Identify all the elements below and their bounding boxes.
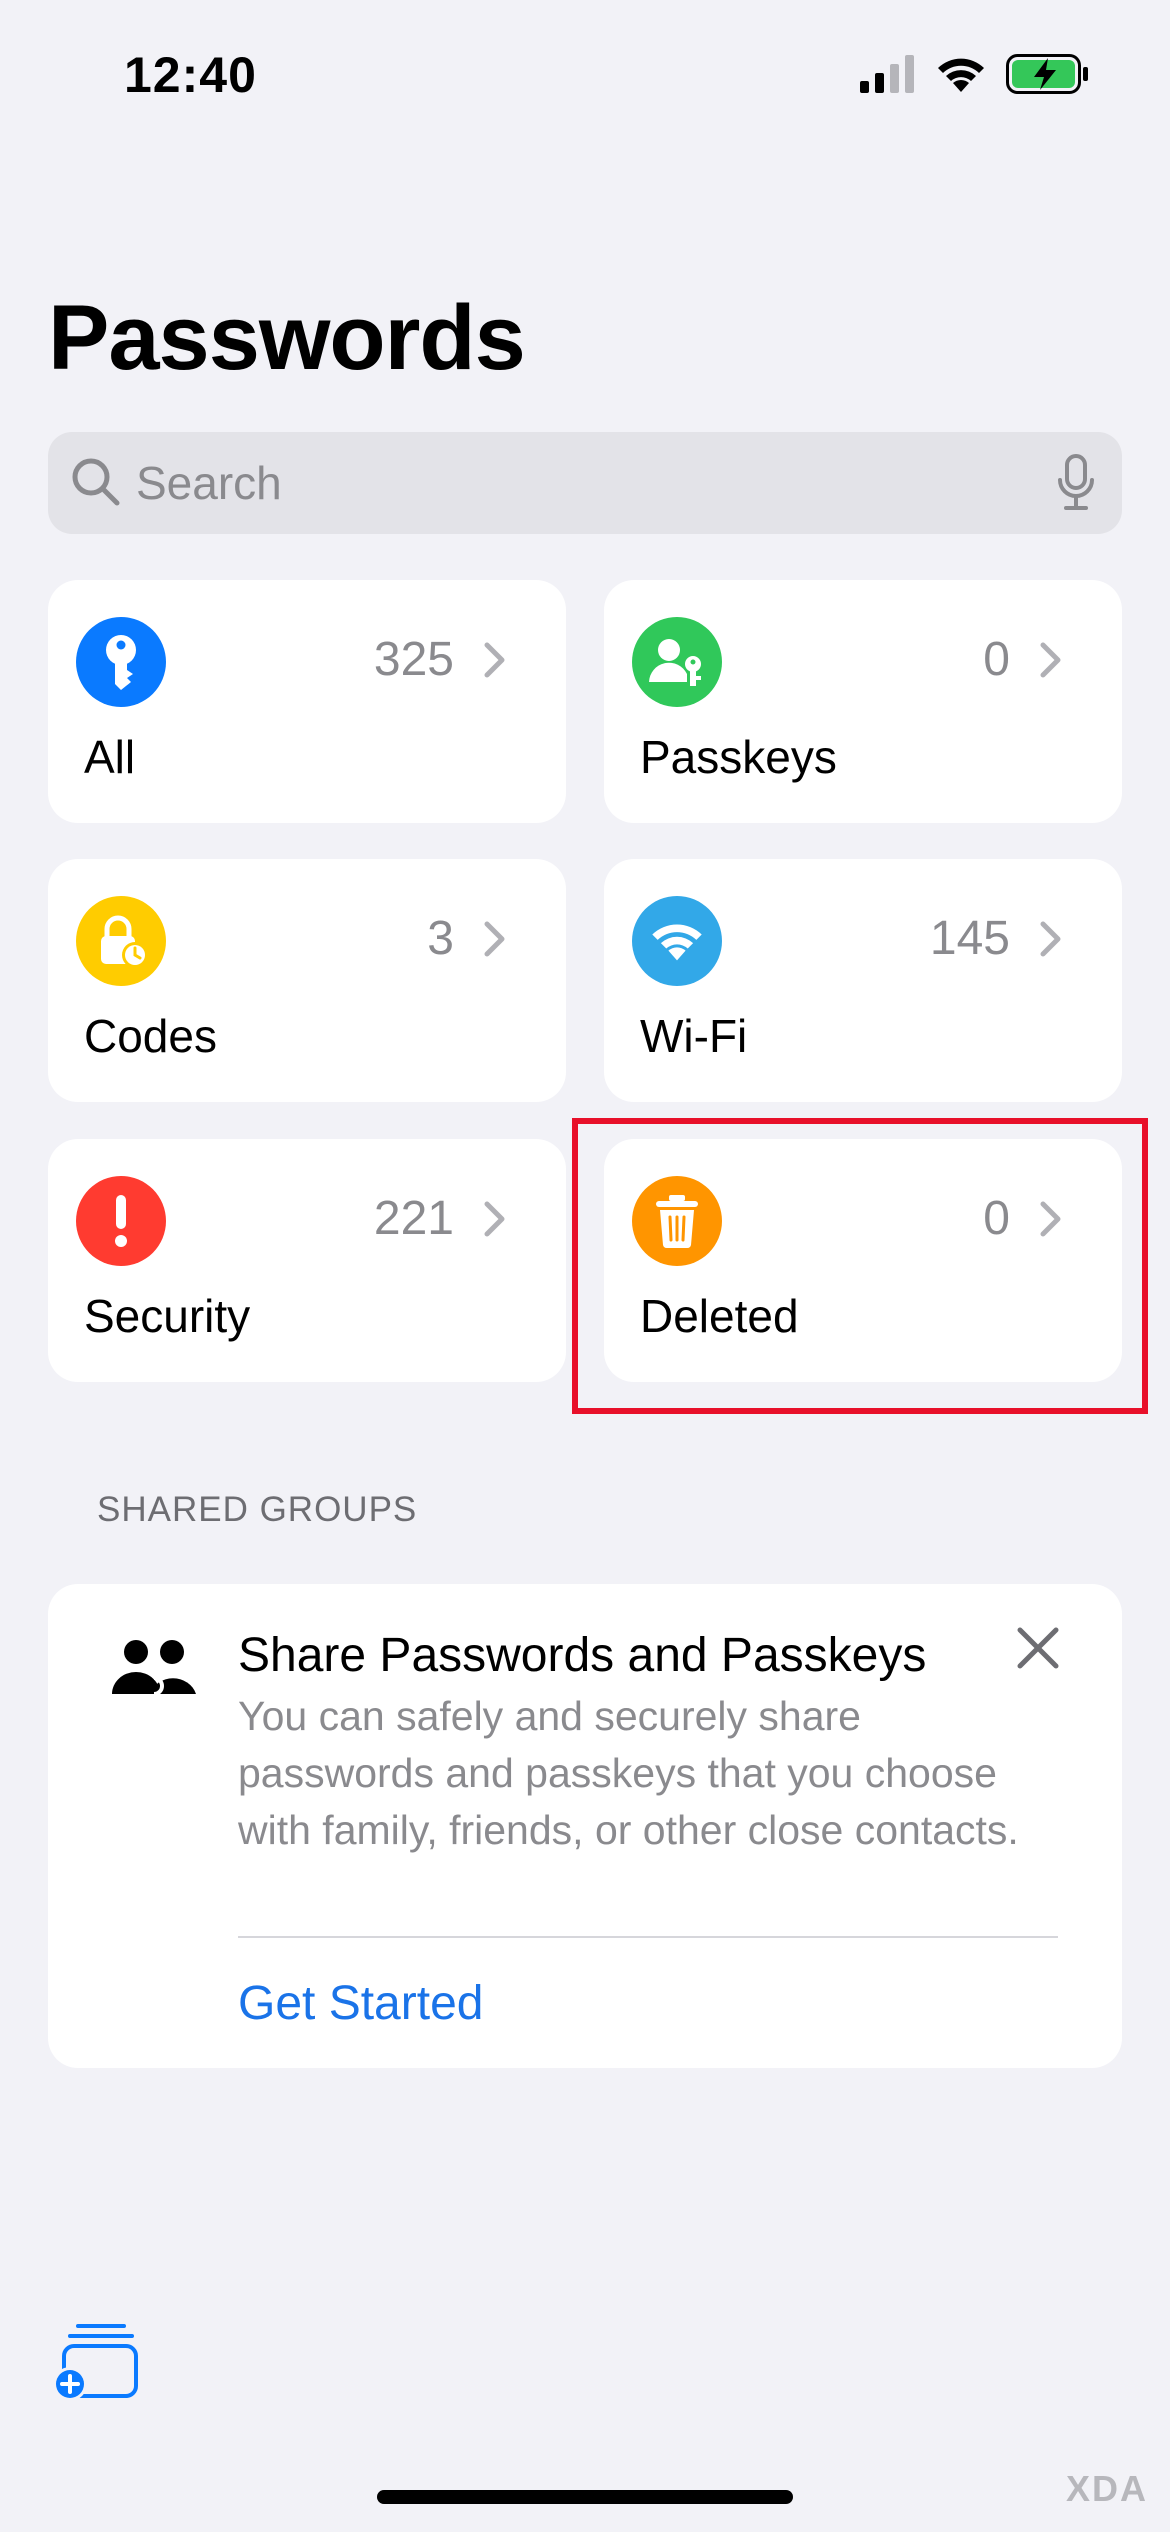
- tile-count: 221: [373, 1192, 454, 1245]
- close-icon[interactable]: [1016, 1626, 1060, 1670]
- lock-clock-icon: [76, 896, 166, 986]
- page-title: Passwords: [48, 287, 526, 389]
- tile-label: Wi-Fi: [640, 1010, 748, 1062]
- battery-charging-icon: [1006, 54, 1088, 94]
- status-bar: 12:40: [0, 0, 1170, 150]
- tile-label: Passkeys: [640, 731, 837, 783]
- search-icon: [72, 458, 120, 506]
- exclamation-icon: [76, 1176, 166, 1266]
- share-description: You can safely and securely share passwo…: [238, 1693, 1019, 1853]
- tile-security[interactable]: 221 Security: [48, 1139, 566, 1382]
- wifi-status-icon: [938, 58, 984, 92]
- chevron-right-icon: [484, 1201, 505, 1237]
- tile-passkeys[interactable]: 0 Passkeys: [604, 580, 1122, 823]
- section-header-shared-groups: SHARED GROUPS: [97, 1490, 418, 1529]
- tile-label: Security: [84, 1290, 251, 1342]
- tile-codes[interactable]: 3 Codes: [48, 859, 566, 1102]
- search-bar[interactable]: [48, 432, 1122, 534]
- chevron-right-icon: [1040, 921, 1061, 957]
- chevron-right-icon: [484, 642, 505, 678]
- get-started-button[interactable]: Get Started: [238, 1976, 483, 2031]
- tile-count: 325: [373, 633, 454, 686]
- chevron-right-icon: [1040, 642, 1061, 678]
- status-time: 12:40: [124, 47, 257, 103]
- tile-wifi[interactable]: 145 Wi-Fi: [604, 859, 1122, 1102]
- search-input[interactable]: [136, 446, 1036, 520]
- tile-count: 3: [427, 912, 454, 965]
- tile-all[interactable]: 325 All: [48, 580, 566, 823]
- tile-label: All: [84, 731, 136, 783]
- highlight-annotation: [572, 1118, 1148, 1414]
- new-shared-group-button[interactable]: [52, 2322, 140, 2404]
- share-passwords-card: Share Passwords and Passkeys You can saf…: [48, 1584, 1122, 2068]
- status-icons: [860, 54, 1090, 94]
- tile-label: Codes: [84, 1010, 217, 1062]
- person-key-icon: [632, 617, 722, 707]
- key-icon: [76, 617, 166, 707]
- chevron-right-icon: [484, 921, 505, 957]
- home-indicator: [377, 2490, 793, 2504]
- microphone-icon[interactable]: [1056, 454, 1096, 512]
- wifi-icon: [632, 896, 722, 986]
- tile-count: 0: [983, 633, 1010, 686]
- tile-count: 145: [929, 912, 1010, 965]
- divider: [238, 1936, 1058, 1938]
- share-title: Share Passwords and Passkeys: [238, 1629, 927, 1682]
- cellular-signal-icon: [860, 55, 914, 93]
- people-icon: [112, 1640, 196, 1696]
- watermark: XDA: [1065, 2468, 1148, 2509]
